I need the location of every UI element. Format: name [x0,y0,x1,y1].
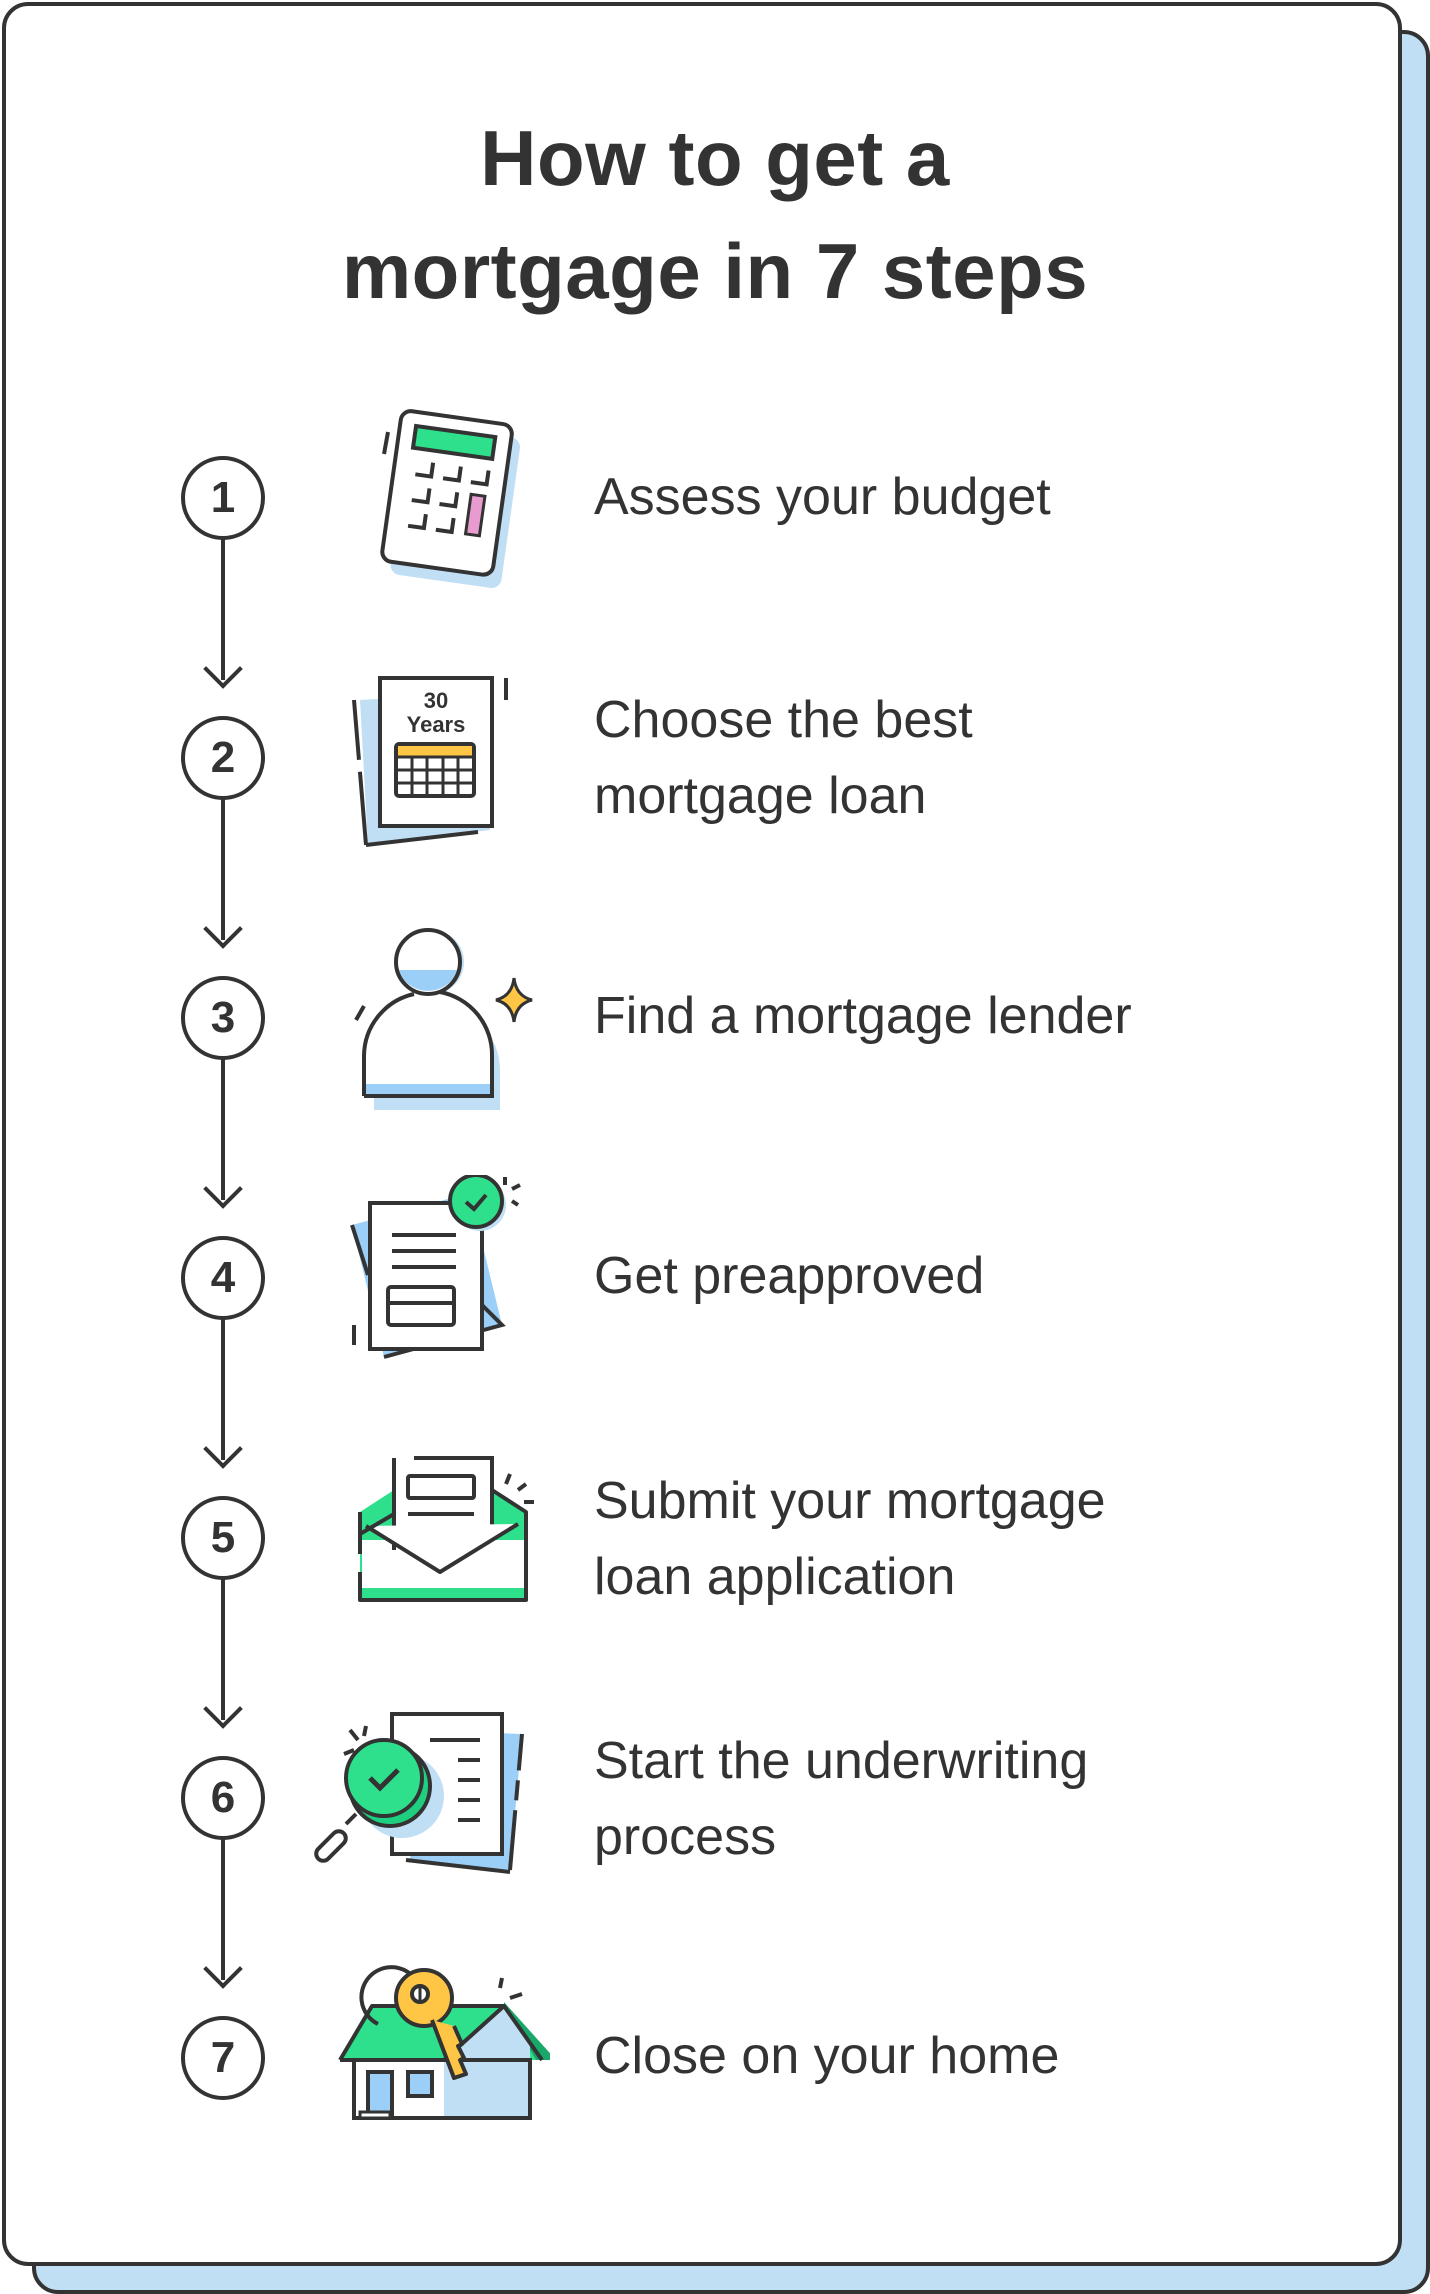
arrow-down-icon [203,909,243,949]
person-sparkle-icon [340,920,540,1120]
arrow-down-icon [203,1169,243,1209]
house-key-icon [330,1960,556,2160]
steps-timeline: 1 Assess your budget 2 30 Years Choose t… [0,0,1430,2294]
step-number-7: 7 [181,2016,265,2100]
step-label-2: Choose the best mortgage loan [594,691,973,825]
svg-text:Years: Years [407,712,466,737]
step-label-3: Find a mortgage lender [594,987,1132,1045]
step-number-4: 4 [181,1236,265,1320]
arrow-down-icon [203,1949,243,1989]
arrow-down-icon [203,1689,243,1729]
svg-text:30: 30 [424,688,448,713]
approved-document-icon [340,1173,540,1375]
step-number-1: 1 [181,456,265,540]
loan-term-calendar-icon: 30 Years [340,660,540,860]
envelope-letter-icon [340,1440,540,1640]
step-label-6: Start the underwriting process [594,1732,1089,1866]
arrow-down-icon [203,649,243,689]
step-number-6: 6 [181,1756,265,1840]
step-number-3: 3 [181,976,265,1060]
step-label-7: Close on your home [594,2027,1060,2085]
step-label-5: Submit your mortgage loan application [594,1472,1106,1606]
magnifier-document-icon [310,1700,524,1900]
step-number-5: 5 [181,1496,265,1580]
step-label-1: Assess your budget [594,468,1051,526]
calculator-icon [340,400,540,600]
arrow-down-icon [203,1429,243,1469]
step-number-2: 2 [181,716,265,800]
step-label-4: Get preapproved [594,1247,985,1305]
